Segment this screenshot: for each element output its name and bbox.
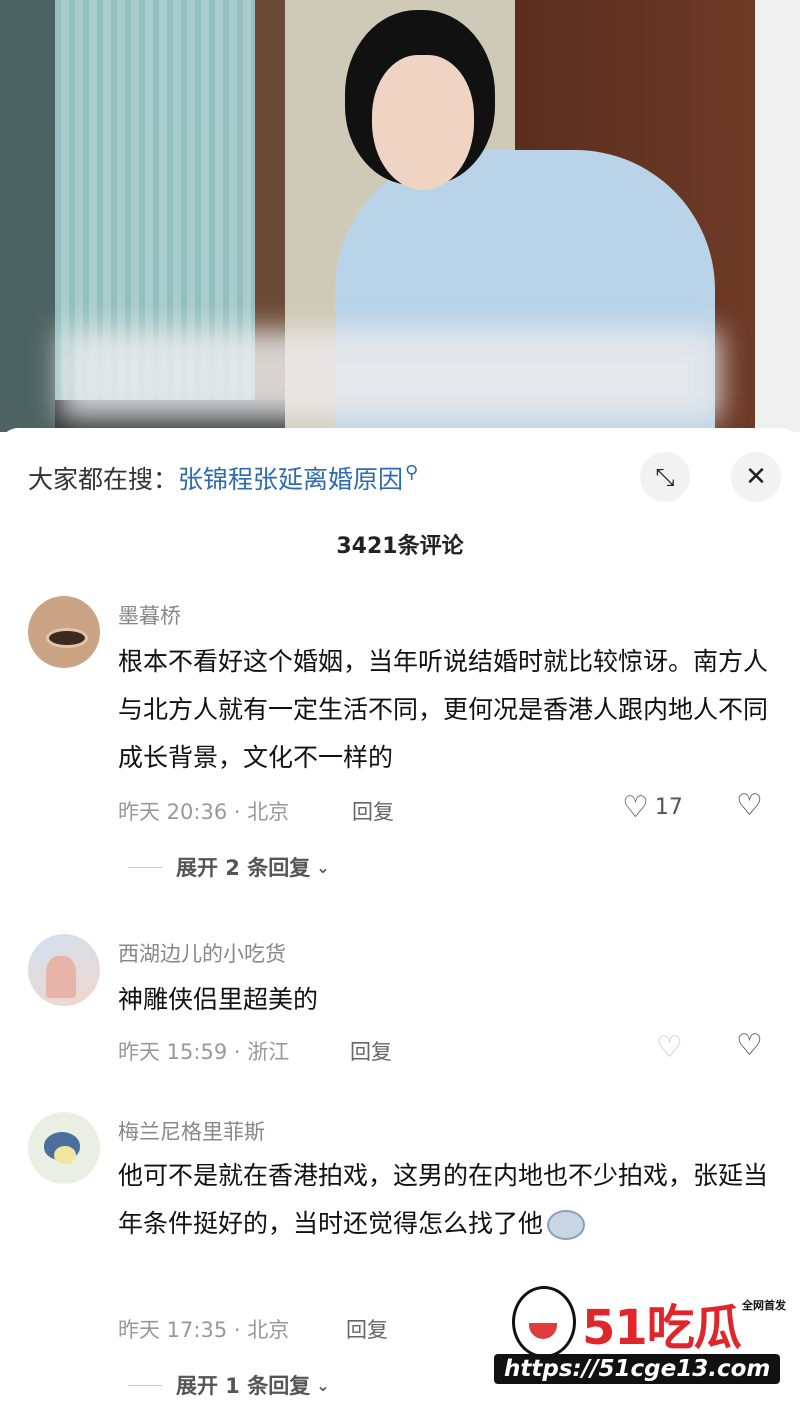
mascot-mouth — [529, 1323, 557, 1339]
divider-line — [128, 1384, 162, 1386]
avatar[interactable] — [28, 934, 100, 1006]
watermark-tag: 全网首发 — [740, 1296, 788, 1314]
reply-button[interactable]: 回复 — [346, 1314, 388, 1344]
expand-button[interactable]: ⤡ — [640, 452, 690, 502]
video-window-frame — [0, 0, 55, 432]
broken-heart-icon[interactable]: ♡ — [736, 1028, 763, 1063]
heart-icon: ♡ — [656, 1030, 683, 1065]
like-button[interactable]: ♡ 17 — [622, 790, 683, 825]
watermark-url: https://51cge13.com — [494, 1354, 781, 1384]
like-button[interactable]: ♡ — [656, 1030, 683, 1065]
reply-button[interactable]: 回复 — [350, 1036, 392, 1066]
comment-count: 3421条评论 — [336, 534, 464, 559]
avatar-bird-belly — [54, 1146, 76, 1164]
expand-replies-button[interactable]: 展开 1 条回复 ⌄ — [128, 1370, 330, 1400]
chevron-down-icon: ⌄ — [316, 857, 330, 877]
comment-username[interactable]: 西湖边儿的小吃货 — [118, 938, 286, 968]
hot-search-bar[interactable]: 大家都在搜： 张锦程张延离婚原因 ⚲ — [28, 458, 418, 498]
broken-heart-icon[interactable]: ♡ — [736, 788, 763, 823]
comment-sheet: 大家都在搜： 张锦程张延离婚原因 ⚲ ⤡ ✕ 3421条评论 墨暮桥 根本不看好… — [0, 428, 800, 1401]
watermark-brand: 51吃瓜 — [582, 1300, 742, 1356]
comment-username[interactable]: 梅兰尼格里菲斯 — [118, 1116, 265, 1146]
video-person-face — [372, 55, 474, 190]
comment-username[interactable]: 墨暮桥 — [118, 600, 181, 630]
comment-text: 他可不是就在香港拍戏，这男的在内地也不少拍戏，张延当年条件挺好的，当时还觉得怎么… — [118, 1152, 768, 1248]
close-icon: ✕ — [745, 462, 767, 492]
like-count: 17 — [654, 795, 683, 820]
video-blur-overlay — [60, 330, 720, 420]
heart-icon: ♡ — [622, 790, 649, 825]
close-button[interactable]: ✕ — [731, 452, 781, 502]
search-icon[interactable]: ⚲ — [405, 462, 418, 483]
expand-replies-label: 展开 1 条回复 — [176, 1374, 311, 1398]
reply-button[interactable]: 回复 — [352, 796, 394, 826]
emoji-icon — [547, 1210, 586, 1240]
comment-text: 神雕侠侣里超美的 — [118, 985, 319, 1014]
avatar[interactable] — [28, 1112, 100, 1184]
expand-icon: ⤡ — [655, 463, 675, 491]
divider-line — [128, 866, 162, 868]
chevron-down-icon: ⌄ — [316, 1375, 330, 1395]
expand-replies-button[interactable]: 展开 2 条回复 ⌄ — [128, 852, 330, 882]
avatar[interactable] — [28, 596, 100, 668]
avatar-eye — [46, 628, 88, 648]
watermark: 51吃瓜 全网首发 https://51cge13.com — [490, 1282, 795, 1394]
comment-text-content: 他可不是就在香港拍戏，这男的在内地也不少拍戏，张延当年条件挺好的，当时还觉得怎么… — [118, 1161, 769, 1238]
expand-replies-label: 展开 2 条回复 — [176, 856, 311, 880]
comment-meta: 昨天 17:35 · 北京 — [118, 1318, 290, 1342]
video-edge — [755, 0, 800, 432]
video-player[interactable] — [0, 0, 800, 432]
hot-search-term[interactable]: 张锦程张延离婚原因 — [178, 460, 403, 496]
avatar-figure — [46, 956, 76, 998]
hot-search-prefix: 大家都在搜： — [28, 465, 179, 494]
comment-meta: 昨天 15:59 · 浙江 — [118, 1040, 290, 1064]
mascot-icon — [512, 1286, 576, 1358]
comment-text: 根本不看好这个婚姻，当年听说结婚时就比较惊讶。南方人与北方人就有一定生活不同，更… — [118, 647, 769, 772]
comment-meta: 昨天 20:36 · 北京 — [118, 800, 290, 824]
